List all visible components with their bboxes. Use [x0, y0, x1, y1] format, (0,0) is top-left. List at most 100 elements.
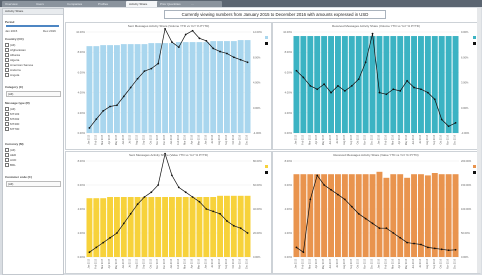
yoy-point	[212, 47, 215, 50]
checkbox-icon[interactable]	[5, 107, 9, 112]
bar	[155, 43, 162, 133]
filter-option[interactable]: Albania	[5, 53, 20, 58]
filter-option[interactable]: MT700	[5, 127, 19, 132]
x-tick-label: Dec 2015	[372, 258, 374, 269]
x-tick-label: Oct 2016	[440, 134, 443, 144]
bar	[355, 36, 362, 133]
checkbox-icon[interactable]	[5, 127, 9, 132]
checkbox-icon[interactable]	[5, 148, 9, 153]
checkbox-icon[interactable]	[5, 43, 9, 48]
checkbox-icon[interactable]	[5, 53, 9, 58]
tab-0[interactable]: Overview	[2, 1, 36, 7]
checkbox-icon[interactable]	[5, 112, 9, 117]
checkbox-icon[interactable]	[5, 153, 9, 158]
yoy-point	[454, 248, 457, 251]
checkbox-icon[interactable]	[5, 158, 9, 163]
option-label: Andorra	[10, 68, 21, 72]
x-tick-label: Oct 2016	[440, 258, 443, 268]
chart-title: Sent Messages Activity Share (Volume YTD…	[127, 24, 210, 28]
checkbox-icon[interactable]	[5, 63, 9, 68]
option-label: Algeria	[10, 58, 20, 62]
bar	[141, 44, 148, 133]
x-tick-label: Feb 2015	[95, 134, 97, 144]
yoy-point	[143, 70, 146, 73]
bar	[397, 174, 404, 257]
yoy-point	[226, 52, 228, 55]
bar	[148, 43, 155, 133]
bar	[362, 174, 369, 257]
tab-5[interactable]: Prior Quantities	[157, 1, 191, 7]
bar	[404, 36, 411, 133]
filter-option[interactable]: MT103	[5, 112, 19, 117]
x-tick-label: Apr 2015	[108, 134, 111, 144]
left-tick-label: 6.00%	[78, 183, 86, 187]
section-label-country: Country (CC)	[5, 37, 24, 41]
bar	[100, 45, 107, 133]
x-tick-label: Apr 2016	[398, 258, 401, 268]
checkbox-icon[interactable]	[5, 163, 9, 168]
bar	[418, 36, 424, 133]
bar	[114, 45, 120, 133]
yoy-point	[116, 104, 118, 107]
filter-option[interactable]: BRL	[5, 163, 16, 168]
yoy-point	[316, 174, 319, 177]
checkbox-icon[interactable]	[5, 68, 9, 73]
tab-6[interactable]: …	[188, 1, 222, 7]
filter-option[interactable]: Angola	[5, 73, 19, 78]
checkbox-icon[interactable]	[5, 58, 9, 63]
filter-option[interactable]: AED	[5, 153, 16, 158]
left-tick-label: 0.00%	[285, 255, 293, 259]
x-tick-label: Dec 2016	[247, 134, 249, 145]
filter-option[interactable]: Algeria	[5, 58, 20, 63]
yoy-point	[302, 251, 305, 254]
x-tick-label: Mar 2015	[308, 258, 311, 268]
filter-option[interactable]: (All)	[5, 43, 15, 48]
category-select[interactable]: (All)	[6, 91, 61, 97]
x-tick-label: Mar 2016	[184, 134, 187, 144]
tab-1[interactable]: Users	[33, 1, 67, 7]
filter-option[interactable]: Andorra	[5, 68, 21, 73]
left-tick-label: 10.00%	[283, 30, 292, 34]
x-tick-label: May 2015	[323, 134, 325, 145]
x-tick-label: Nov 2016	[448, 134, 450, 145]
x-tick-label: Feb 2015	[302, 258, 304, 268]
period-slider[interactable]	[6, 25, 59, 27]
checkbox-icon[interactable]	[5, 117, 9, 122]
right-tick-label: 40.00%	[253, 207, 262, 211]
filter-option[interactable]: (All)	[5, 107, 15, 112]
yoy-line	[296, 33, 456, 127]
x-tick-label: Mar 2016	[391, 134, 394, 144]
filter-option[interactable]: American Samoa	[5, 63, 33, 68]
filter-option[interactable]: MT400	[5, 122, 19, 127]
filter-option[interactable]: (All)	[5, 148, 15, 153]
x-tick-label: Jan 2016	[171, 134, 173, 144]
vertical-scrollbar[interactable]	[477, 8, 481, 273]
customer-select[interactable]: (All)	[6, 181, 61, 187]
bar	[114, 197, 120, 257]
x-tick-label: Sep 2015	[143, 258, 145, 269]
yoy-point	[212, 210, 215, 213]
bar	[335, 174, 341, 257]
bar	[300, 36, 307, 133]
option-label: Afghanistan	[10, 48, 26, 52]
filter-option[interactable]: AUD	[5, 158, 16, 163]
filter-option[interactable]: Afghanistan	[5, 48, 26, 53]
tab-4[interactable]: Activity Share	[126, 1, 160, 7]
x-tick-label: Feb 2016	[178, 134, 180, 144]
chart-title: Received Messages Activity Share (Value …	[333, 153, 419, 157]
bar	[314, 174, 321, 257]
filter-option[interactable]: MT202	[5, 117, 19, 122]
tab-2[interactable]: Companies	[64, 1, 98, 7]
bar	[452, 36, 459, 133]
checkbox-icon[interactable]	[5, 48, 9, 53]
filter-panel-title: Activity Share	[3, 9, 63, 15]
right-tick-label: 6.00%	[461, 55, 469, 59]
checkbox-icon[interactable]	[5, 122, 9, 127]
tab-3[interactable]: Profiles	[95, 1, 129, 7]
yoy-point	[88, 251, 91, 254]
checkbox-icon[interactable]	[5, 73, 9, 78]
x-tick-label: Jul 2016	[420, 134, 422, 143]
yoy-point	[323, 83, 326, 86]
yoy-point	[136, 203, 139, 206]
yoy-point	[191, 29, 194, 32]
